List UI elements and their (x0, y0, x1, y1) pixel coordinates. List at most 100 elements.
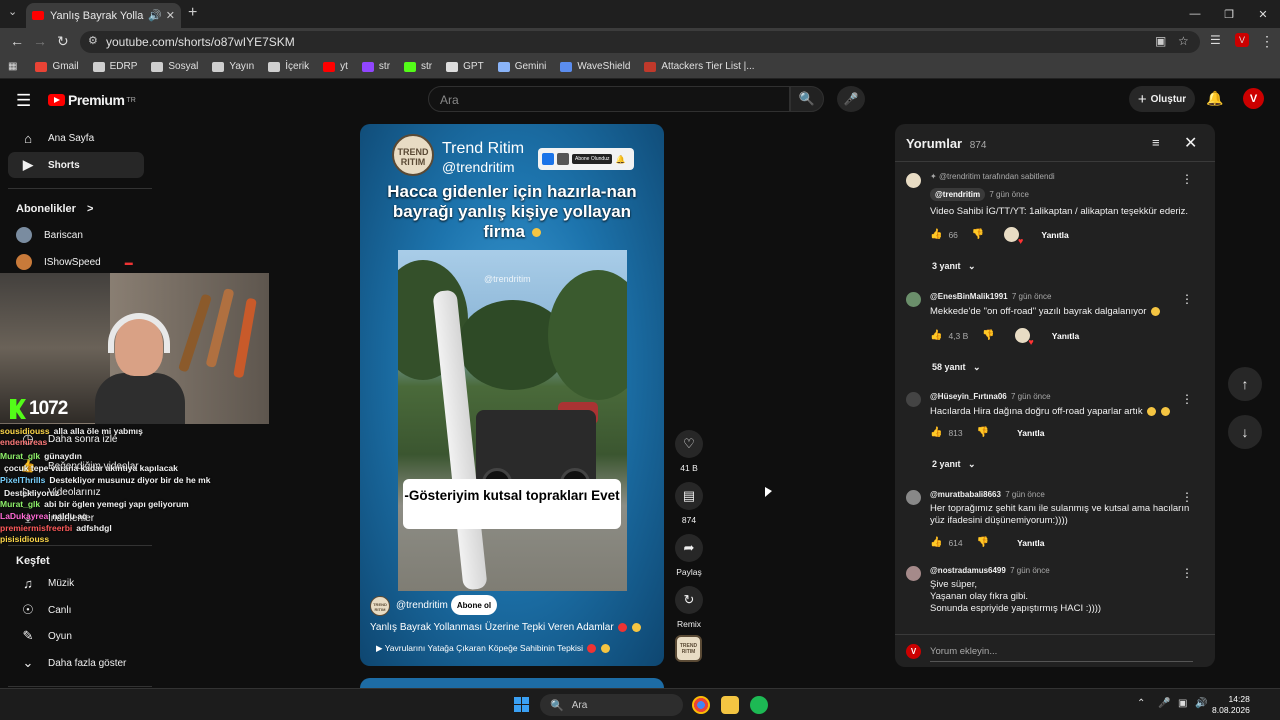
bookmark-item[interactable]: EDRP (92, 61, 137, 72)
bookmark-item[interactable]: str (361, 61, 390, 72)
commenter-avatar[interactable] (906, 173, 921, 188)
footer-channel-logo[interactable]: TREND RITIM (370, 596, 390, 616)
thumbs-down-icon[interactable]: 👎 (977, 537, 989, 548)
forward-icon[interactable]: → (33, 33, 47, 49)
create-button[interactable]: + Oluştur (1129, 86, 1195, 112)
file-explorer-icon[interactable] (721, 696, 739, 714)
account-avatar[interactable]: V (1243, 88, 1264, 109)
commenter-avatar[interactable] (906, 490, 921, 505)
sidebar-item-home[interactable]: ⌂ Ana Sayfa (8, 125, 144, 151)
subscriptions-heading[interactable]: Abonelikler > (16, 203, 93, 215)
add-comment-field[interactable]: V Yorum ekleyin... (895, 634, 1215, 667)
thumbs-down-icon[interactable]: 👎 (977, 427, 989, 438)
comment-more-icon[interactable]: ⋮ (1181, 392, 1193, 406)
commenter-avatar[interactable] (906, 292, 921, 307)
share-action[interactable]: ➦ Paylaş (674, 534, 704, 577)
bookmark-item[interactable]: Sosyal (151, 61, 198, 72)
short-video-player[interactable]: TREND RITIM Trend Ritim @trendritim Abon… (360, 124, 664, 666)
comment-author[interactable]: @nostradamus6499 (930, 566, 1006, 575)
comment-author[interactable]: @muratbabali8663 (930, 490, 1001, 499)
volume-icon[interactable]: 🔊 (1195, 698, 1207, 709)
commenter-avatar[interactable] (906, 566, 921, 581)
thumbs-up-icon[interactable]: 👍 (930, 330, 942, 341)
bookmark-item[interactable]: str (404, 61, 432, 72)
sidebar-item-live[interactable]: ☉ Canlı (8, 597, 144, 623)
bookmark-item[interactable]: Gemini (497, 61, 546, 72)
reload-icon[interactable]: ↻ (57, 33, 69, 50)
browser-menu-icon[interactable]: ⋮ (1260, 33, 1274, 50)
bookmark-item[interactable]: WaveShield (560, 61, 630, 72)
like-action[interactable]: ♡ 41 B (674, 430, 704, 473)
back-icon[interactable]: ← (10, 33, 24, 49)
thumbs-up-icon[interactable]: 👍 (930, 229, 942, 240)
sort-icon[interactable]: ≡ (1152, 135, 1160, 150)
minimize-icon[interactable]: — (1178, 0, 1212, 28)
sidebar-show-more[interactable]: ⌄ Daha fazla göster (8, 650, 144, 676)
windows-start-icon[interactable] (514, 697, 529, 712)
footer-channel-handle[interactable]: @trendritim (396, 600, 448, 611)
show-replies-button[interactable]: 3 yanıt ⌄ (932, 261, 976, 272)
reply-button[interactable]: Yanıtla (1017, 428, 1044, 438)
media-control-icon[interactable]: ☰ (1210, 33, 1221, 47)
reply-button[interactable]: Yanıtla (1041, 230, 1068, 240)
menu-icon[interactable]: ☰ (16, 91, 31, 111)
reply-button[interactable]: Yanıtla (1017, 538, 1044, 548)
browser-tab[interactable]: Yanlış Bayrak Yollanması Üz 🔊 ✕ (26, 3, 181, 28)
search-input[interactable]: Ara (428, 86, 790, 112)
bookmark-item[interactable]: Attackers Tier List |... (644, 61, 755, 72)
short-title[interactable]: Yanlış Bayrak Yollanması Üzerine Tepki V… (370, 622, 642, 633)
comment-author[interactable]: @EnesBinMalik1991 (930, 292, 1008, 301)
site-info-icon[interactable]: ⚙ (88, 34, 98, 47)
comment-more-icon[interactable]: ⋮ (1181, 172, 1193, 186)
voice-search-button[interactable]: 🎤 (837, 86, 865, 112)
new-tab-button[interactable]: + (188, 4, 197, 22)
remix-action[interactable]: ↻ Remix (674, 586, 704, 629)
notifications-bell-icon[interactable]: 🔔 (1206, 90, 1223, 107)
bookmark-item[interactable]: İçerik (268, 61, 309, 72)
comment-action[interactable]: ▤ 874 (674, 482, 704, 525)
install-icon[interactable]: ▣ (1155, 34, 1166, 48)
comment-icon[interactable]: ▤ (675, 482, 703, 510)
next-short-button[interactable]: ↓ (1228, 415, 1262, 449)
tab-search-icon[interactable]: ⌄ (8, 5, 17, 18)
bookmark-item[interactable]: Gmail (35, 61, 79, 72)
search-button[interactable]: 🔍 (790, 86, 824, 112)
tray-chevron-icon[interactable]: ⌃ (1137, 698, 1145, 709)
thumbs-down-icon[interactable]: 👎 (972, 229, 984, 240)
sidebar-item-gaming[interactable]: ✎ Oyun (8, 623, 144, 649)
related-short-link[interactable]: ▶ Yavrularını Yatağa Çıkaran Köpeğe Sahi… (376, 643, 610, 654)
reply-button[interactable]: Yanıtla (1052, 331, 1079, 341)
subscribe-button[interactable]: Abone ol (451, 595, 497, 615)
remix-icon[interactable]: ↻ (675, 586, 703, 614)
comment-more-icon[interactable]: ⋮ (1181, 490, 1193, 504)
sidebar-item-shorts[interactable]: ▶ Shorts (8, 152, 144, 178)
sidebar-sub-bariscan[interactable]: Bariscan (8, 222, 144, 248)
network-icon[interactable]: ▣ (1178, 698, 1187, 709)
close-icon[interactable]: ✕ (1184, 133, 1197, 153)
previous-short-button[interactable]: ↑ (1228, 367, 1262, 401)
comment-more-icon[interactable]: ⋮ (1181, 292, 1193, 306)
extension-icon[interactable]: V (1235, 33, 1249, 47)
audio-source-logo[interactable]: TREND RITIM (675, 635, 702, 662)
mic-tray-icon[interactable]: 🎤 (1158, 698, 1170, 709)
restore-icon[interactable]: ❐ (1212, 0, 1246, 28)
audio-icon[interactable]: 🔊 (148, 9, 162, 22)
comment-author[interactable]: @trendritim (930, 188, 986, 201)
window-close-icon[interactable]: ✕ (1246, 0, 1280, 28)
spotify-icon[interactable] (750, 696, 768, 714)
chrome-icon[interactable] (692, 696, 710, 714)
show-replies-button[interactable]: 58 yanıt ⌄ (932, 362, 981, 373)
comment-author[interactable]: @Hüseyin_Fırtına06 (930, 392, 1007, 401)
tab-close-icon[interactable]: ✕ (166, 9, 175, 22)
commenter-avatar[interactable] (906, 392, 921, 407)
thumbs-down-icon[interactable]: 👎 (982, 330, 994, 341)
youtube-logo[interactable]: Premium TR (48, 92, 136, 108)
thumbs-up-icon[interactable]: 👍 (930, 537, 942, 548)
comment-more-icon[interactable]: ⋮ (1181, 566, 1193, 580)
bookmark-item[interactable]: yt (323, 61, 348, 72)
show-replies-button[interactable]: 2 yanıt ⌄ (932, 459, 976, 470)
sidebar-sub-ishowspeed[interactable]: IShowSpeed ▬ (8, 249, 158, 275)
apps-icon[interactable]: ▦ (8, 61, 17, 72)
bookmark-item[interactable]: GPT (446, 61, 484, 72)
omnibox[interactable]: ⚙ youtube.com/shorts/o87wIYE7SKM ▣ ☆ (80, 31, 1200, 53)
